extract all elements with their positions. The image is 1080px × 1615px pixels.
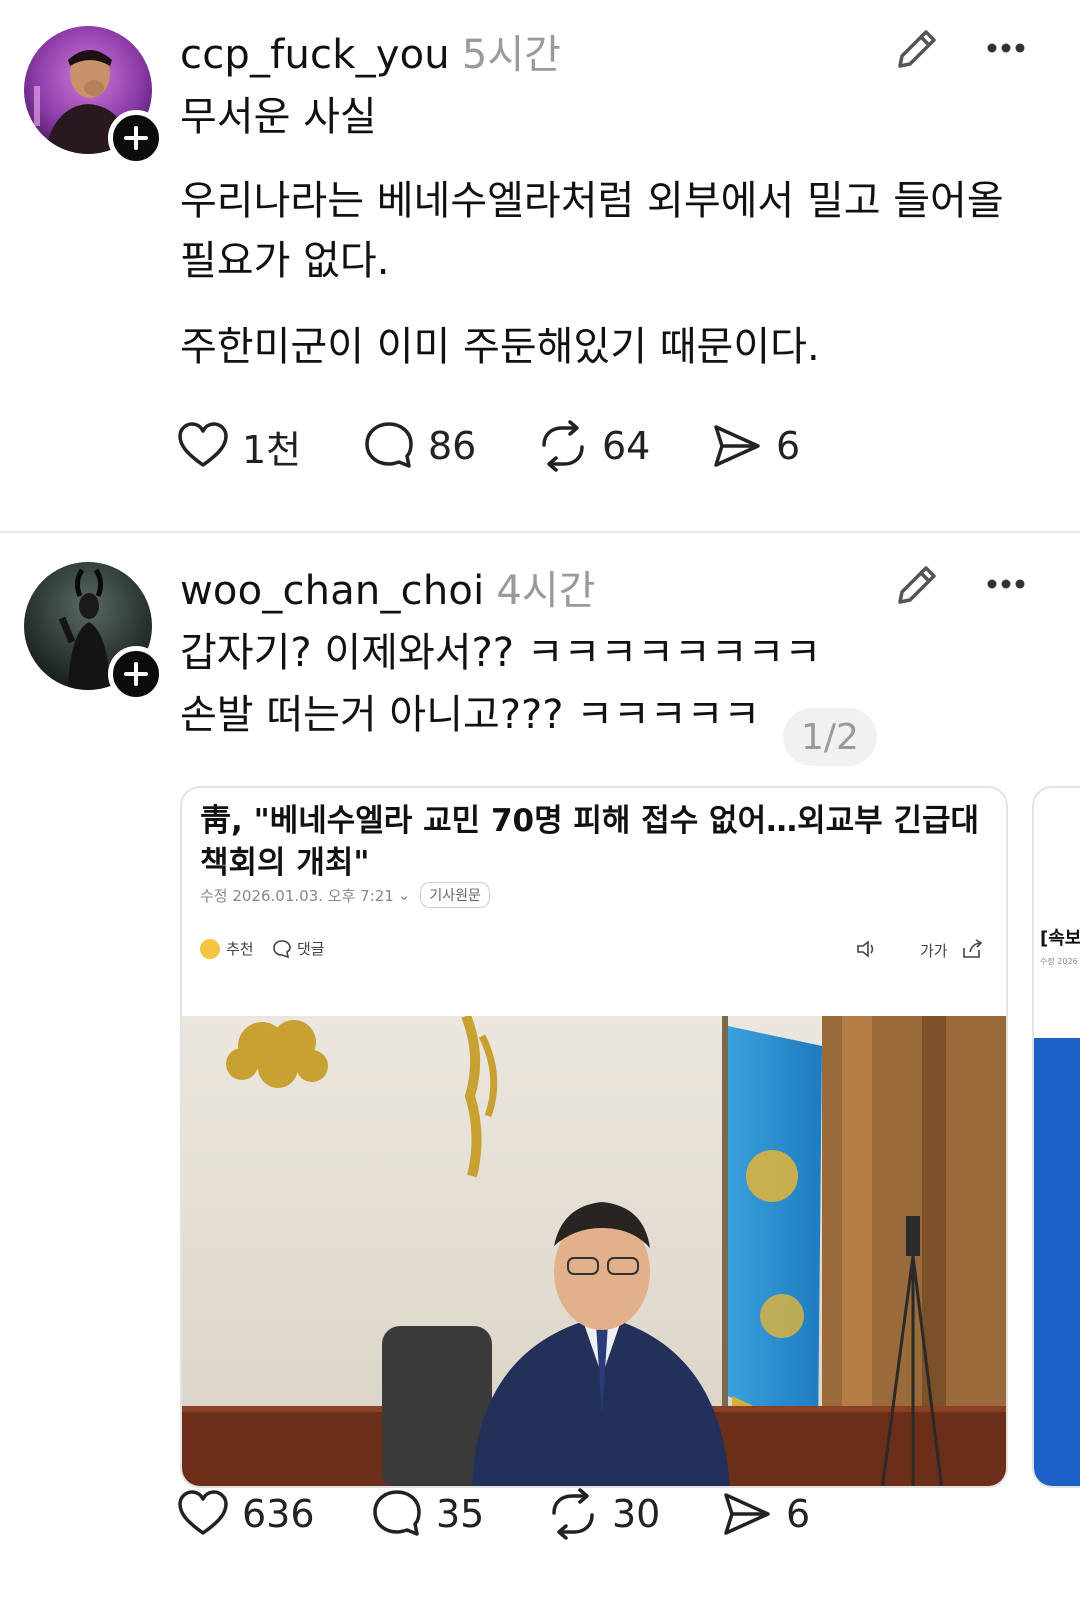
repost-button[interactable]: 64 bbox=[536, 416, 650, 476]
post-text-line: 갑자기? 이제와서?? ㅋㅋㅋㅋㅋㅋㅋㅋ bbox=[180, 630, 822, 676]
follow-button[interactable] bbox=[108, 646, 164, 702]
avatar[interactable] bbox=[24, 562, 164, 702]
repost-icon bbox=[542, 420, 584, 472]
article-photo bbox=[182, 1014, 1006, 1486]
post-text-line: 우리나라는 베네수엘라처럼 외부에서 밀고 들어올 bbox=[180, 178, 1004, 224]
article-tag: 기사원문 bbox=[420, 882, 490, 908]
font-size-label: 가가 bbox=[920, 942, 948, 960]
like-button[interactable]: 636 bbox=[176, 1484, 315, 1544]
repost-icon bbox=[552, 1488, 594, 1540]
send-icon bbox=[714, 425, 760, 467]
post-actions: 1천 86 64 6 bbox=[178, 416, 1000, 476]
username[interactable]: woo_chan_choi bbox=[180, 568, 484, 614]
thread-post: ccp_fuck_you 5시간 무서운 사실 우리나라는 베네수엘라처럼 외부… bbox=[0, 0, 1080, 532]
post-text-line: 필요가 없다. bbox=[180, 238, 390, 284]
post-text-line: 무서운 사실 bbox=[180, 94, 377, 140]
post-time: 5시간 bbox=[461, 32, 561, 78]
recommend-item: 추천 bbox=[200, 938, 254, 959]
article-title: 靑, "베네수엘라 교민 70명 피해 접수 없어…외교부 긴급대책회의 개최" bbox=[200, 803, 980, 881]
like-button[interactable]: 1천 bbox=[176, 416, 301, 476]
follow-button[interactable] bbox=[108, 110, 164, 166]
post-divider bbox=[0, 531, 1080, 533]
comment-bubble-icon bbox=[365, 422, 413, 468]
thread-post: woo_chan_choi 4시간 갑자기? 이제와서?? ㅋㅋㅋㅋㅋㅋㅋㅋ 손… bbox=[0, 534, 1080, 1615]
next-card-meta: 수정 2026 bbox=[1040, 957, 1078, 966]
post-text-line: 주한미군이 이미 주둔해있기 때문이다. bbox=[180, 324, 820, 370]
share-count: 6 bbox=[786, 1492, 811, 1536]
repost-count: 64 bbox=[602, 424, 651, 468]
chevron-down-icon: ⌄ bbox=[397, 886, 411, 904]
repost-count: 30 bbox=[612, 1492, 661, 1536]
post-header: ccp_fuck_you 5시간 bbox=[180, 22, 561, 78]
share-button[interactable]: 6 bbox=[720, 1484, 810, 1544]
article-toolbar: 추천 댓글 가가 bbox=[200, 938, 990, 968]
next-card-photo bbox=[1034, 1038, 1080, 1486]
media-page-indicator: 1/2 bbox=[783, 708, 877, 766]
media-image-card-next[interactable]: [속보 수정 2026 bbox=[1032, 786, 1080, 1488]
comment-button[interactable]: 35 bbox=[370, 1484, 484, 1544]
more-horizontal-icon[interactable] bbox=[980, 22, 1032, 74]
pencil-icon[interactable] bbox=[890, 558, 944, 612]
heart-icon bbox=[178, 1490, 228, 1535]
comment-bubble-icon bbox=[373, 1490, 421, 1536]
article-header: 靑, "베네수엘라 교민 70명 피해 접수 없어…외교부 긴급대책회의 개최"… bbox=[182, 788, 1006, 1016]
post-header: woo_chan_choi 4시간 bbox=[180, 558, 595, 614]
like-count: 636 bbox=[242, 1492, 315, 1536]
comment-count: 35 bbox=[436, 1492, 485, 1536]
plus-icon bbox=[124, 126, 148, 150]
more-horizontal-icon[interactable] bbox=[980, 558, 1032, 610]
speech-bubble-icon bbox=[273, 939, 291, 958]
send-icon bbox=[724, 1493, 770, 1535]
post-text-line: 손발 떠는거 아니고??? ㅋㅋㅋㅋㅋ bbox=[180, 692, 761, 738]
smile-icon bbox=[200, 938, 220, 959]
username[interactable]: ccp_fuck_you bbox=[180, 32, 450, 78]
comment-item: 댓글 bbox=[272, 938, 325, 959]
comment-button[interactable]: 86 bbox=[362, 416, 476, 476]
repost-button[interactable]: 30 bbox=[546, 1484, 660, 1544]
share-out-icon bbox=[960, 938, 984, 964]
pencil-icon[interactable] bbox=[890, 22, 944, 76]
article-meta: 수정 2026.01.03. 오후 7:21 ⌄ 기사원문 bbox=[200, 882, 490, 908]
share-button[interactable]: 6 bbox=[710, 416, 800, 476]
speaker-icon bbox=[855, 938, 879, 964]
avatar[interactable] bbox=[24, 26, 164, 166]
post-actions: 636 35 30 6 bbox=[178, 1484, 1000, 1544]
heart-icon bbox=[178, 422, 228, 467]
article-date: 수정 2026.01.03. 오후 7:21 bbox=[200, 886, 394, 905]
plus-icon bbox=[124, 662, 148, 686]
media-image-card[interactable]: 靑, "베네수엘라 교민 70명 피해 접수 없어…외교부 긴급대책회의 개최"… bbox=[180, 786, 1008, 1488]
next-card-title: [속보 bbox=[1040, 928, 1080, 949]
share-count: 6 bbox=[776, 424, 801, 468]
recommend-label: 추천 bbox=[226, 940, 254, 958]
comment-count: 86 bbox=[428, 424, 477, 468]
post-time: 4시간 bbox=[496, 568, 596, 614]
comment-label: 댓글 bbox=[297, 940, 325, 958]
like-count: 1천 bbox=[242, 427, 302, 472]
